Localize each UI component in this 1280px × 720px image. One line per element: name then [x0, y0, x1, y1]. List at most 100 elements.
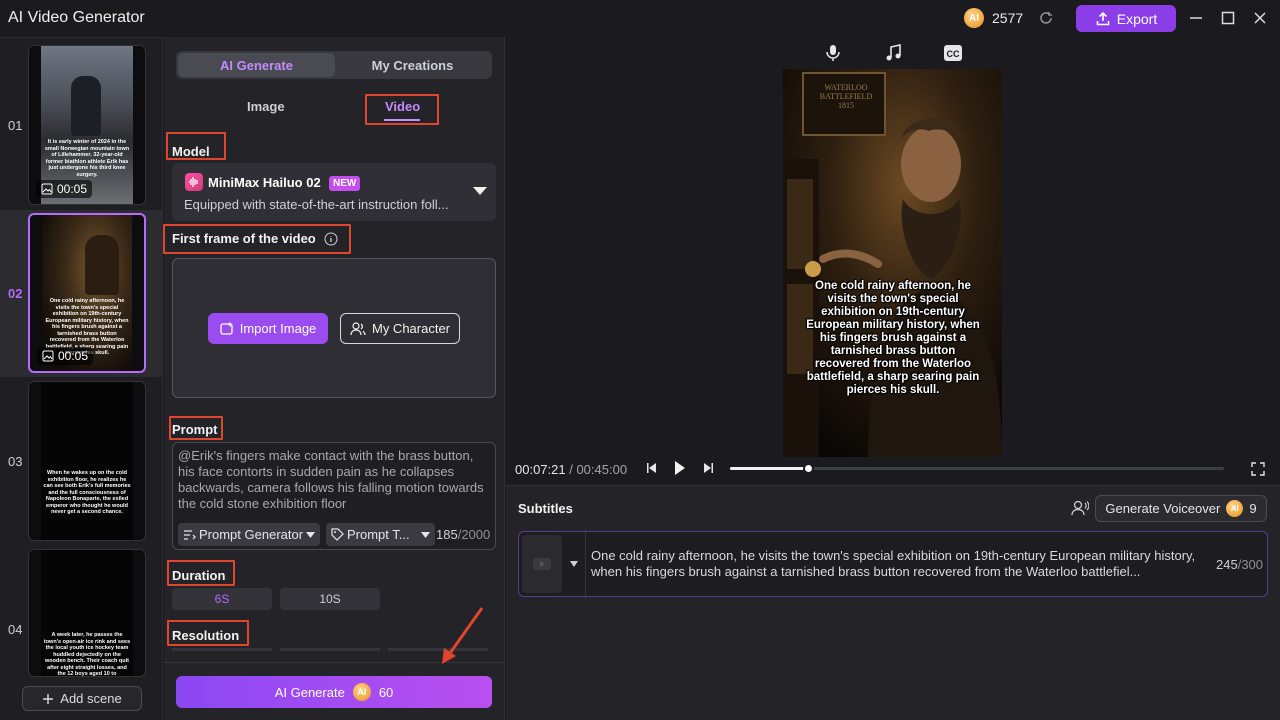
subtitle-count-max: /300 [1237, 557, 1264, 572]
prompt-count-max: /2000 [457, 527, 491, 542]
subtitle-voice-thumb[interactable] [522, 535, 562, 593]
scene-number: 03 [8, 454, 23, 469]
play-icon[interactable] [674, 460, 686, 476]
scene-caption: It is early winter of 2024 in the small … [44, 139, 130, 178]
import-image-button[interactable]: Import Image [208, 313, 328, 344]
coin-icon: AI [964, 8, 984, 28]
app-title: AI Video Generator [8, 9, 145, 26]
caret-down-icon [306, 531, 316, 538]
annotation-box [163, 224, 351, 254]
chevron-down-icon[interactable] [472, 186, 488, 196]
video-thumbnail-icon [533, 558, 551, 570]
users-icon [350, 321, 366, 335]
scene-caption: A week later, he passes the town's open-… [43, 632, 131, 677]
microphone-icon[interactable] [824, 44, 842, 62]
previous-frame-icon[interactable] [646, 462, 658, 474]
voice-user-icon[interactable] [1071, 500, 1089, 516]
ai-generate-cost: 60 [378, 684, 394, 700]
credits-balance[interactable]: AI 2577 [964, 7, 1055, 29]
video-caption: One cold rainy afternoon, he visits the … [806, 280, 980, 396]
subtitle-count-value: 245 [1216, 557, 1238, 572]
duration-option-10s[interactable]: 10S [280, 588, 380, 610]
voiceover-cost: 9 [1249, 501, 1257, 516]
scene-duration: 00:05 [36, 180, 93, 198]
prompt-generator-label: Prompt Generator [199, 527, 304, 542]
video-preview[interactable]: WATERLOO BATTLEFIELD 1815 [783, 69, 1002, 457]
coin-icon: AI [352, 683, 371, 701]
scene-thumbnail-selected[interactable]: One cold rainy afternoon, he visits the … [28, 213, 146, 373]
ai-generate-label: AI Generate [274, 684, 345, 700]
resolution-option[interactable] [172, 648, 272, 651]
generate-voiceover-label: Generate Voiceover [1105, 501, 1221, 516]
tab-my-creations[interactable]: My Creations [335, 53, 490, 77]
model-select[interactable] [172, 163, 496, 221]
tab-ai-generate[interactable]: AI Generate [178, 53, 335, 77]
my-character-button[interactable]: My Character [340, 313, 460, 344]
waveform-icon [185, 173, 203, 191]
scene-caption: When he wakes up on the cold exhibition … [43, 470, 131, 515]
coin-icon: AI [1226, 500, 1244, 517]
time-display: 00:07:21 / 00:45:00 [515, 462, 627, 477]
closed-caption-icon[interactable]: CC [943, 44, 963, 62]
maximize-icon[interactable] [1216, 6, 1240, 30]
subtab-image[interactable]: Image [247, 99, 285, 114]
add-scene-button[interactable]: Add scene [22, 686, 142, 711]
caret-down-icon [420, 531, 430, 538]
prompt-text[interactable]: @Erik's fingers make contact with the br… [178, 448, 490, 512]
annotation-box [166, 132, 226, 160]
export-button[interactable]: Export [1076, 5, 1176, 32]
export-label: Export [1116, 10, 1158, 27]
image-icon [42, 350, 54, 362]
scene-image [41, 382, 133, 540]
magic-list-icon [184, 529, 196, 540]
divider [585, 532, 586, 596]
model-name: MiniMax Hailuo 02 [208, 175, 321, 190]
resolution-option[interactable] [280, 648, 380, 651]
tag-icon [331, 528, 344, 541]
credits-value: 2577 [992, 10, 1024, 26]
fullscreen-icon[interactable] [1251, 462, 1265, 476]
figure-shape [71, 76, 101, 136]
annotation-box [167, 560, 235, 586]
prompt-template-dropdown[interactable]: Prompt T... [326, 523, 435, 546]
next-frame-icon[interactable] [702, 462, 714, 474]
caret-down-icon[interactable] [570, 561, 578, 567]
subtitle-char-count: 245/300 [1216, 557, 1263, 572]
add-scene-label: Add scene [60, 691, 122, 706]
time-total: / 00:45:00 [565, 462, 628, 477]
minimize-icon[interactable] [1184, 6, 1208, 30]
import-image-label: Import Image [239, 321, 317, 336]
music-icon[interactable] [884, 44, 902, 62]
prompt-template-label: Prompt T... [347, 527, 410, 542]
generate-voiceover-button[interactable]: Generate Voiceover AI 9 [1095, 495, 1267, 522]
figure-shape [85, 235, 119, 295]
video-frame-image [783, 69, 1002, 457]
new-badge: NEW [329, 176, 361, 191]
seek-progress [730, 467, 809, 470]
annotation-box [365, 94, 439, 125]
scene-duration: 00:05 [37, 347, 94, 365]
my-character-label: My Character [371, 321, 451, 336]
scene-number: 02 [8, 286, 23, 301]
sign-text: WATERLOO BATTLEFIELD 1815 [819, 83, 873, 110]
scene-thumbnail[interactable]: It is early winter of 2024 in the small … [28, 45, 146, 205]
scene-duration-text: 00:05 [58, 349, 89, 363]
close-icon[interactable] [1248, 6, 1272, 30]
refresh-icon[interactable] [1037, 9, 1055, 27]
plus-icon [43, 693, 54, 704]
scene-thumbnail[interactable]: A week later, he passes the town's open-… [28, 549, 146, 677]
seek-handle[interactable] [803, 463, 814, 474]
upload-icon [1096, 11, 1110, 25]
svg-text:CC: CC [947, 49, 960, 59]
subtitle-text[interactable]: One cold rainy afternoon, he visits the … [591, 548, 1203, 580]
ai-generate-button[interactable]: AI Generate AI 60 [176, 676, 492, 708]
image-add-icon [220, 322, 233, 335]
prompt-generator-dropdown[interactable]: Prompt Generator [178, 523, 321, 546]
duration-option-6s[interactable]: 6S [172, 588, 272, 610]
image-icon [41, 183, 53, 195]
scene-number: 04 [8, 622, 23, 637]
annotation-box [169, 416, 223, 440]
model-description: Equipped with state-of-the-art instructi… [184, 197, 449, 212]
scene-thumbnail[interactable]: When he wakes up on the cold exhibition … [28, 381, 146, 541]
time-current: 00:07:21 [515, 462, 566, 477]
